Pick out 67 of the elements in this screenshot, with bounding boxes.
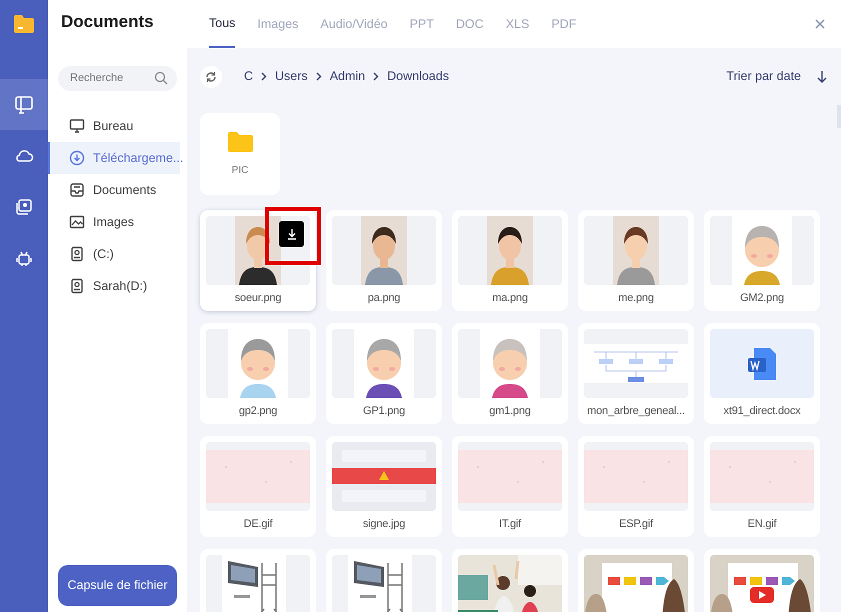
drive-icon [69,278,85,294]
file-tile[interactable]: DE.gif [200,436,316,537]
file-tile[interactable]: signe.jpg [326,436,442,537]
file-tile[interactable]: pa.png [326,210,442,311]
refresh-icon [205,70,217,82]
file-tile[interactable]: mon_arbre_geneal... [578,323,694,424]
sidebar-item[interactable]: (C:) [48,238,180,270]
file-name: ma.png [491,291,529,306]
file-tile[interactable]: IT.gif [452,436,568,537]
highlight-frame [265,207,321,265]
search-field[interactable]: Recherche [58,66,177,90]
monitor-icon [14,94,34,114]
file-name: GM2.png [739,291,785,306]
folder-name: PIC [232,164,248,178]
file-name: pa.png [366,291,402,306]
file-tile[interactable]: ma.png [452,210,568,311]
folder-tile[interactable]: PIC [200,113,280,195]
file-name: IT.gif [498,517,522,532]
breadcrumb-link[interactable]: C [244,67,254,86]
file-name: gm1.png [488,404,532,419]
file-name: gp2.png [238,404,278,419]
file-tile[interactable]: EN.gif [704,436,820,537]
folder-icon [226,130,254,152]
download-icon [69,150,85,166]
file-tile[interactable]: ESP.gif [578,436,694,537]
file-tile[interactable]: GM2.png [704,210,820,311]
close-icon [815,18,825,29]
sidebar-item[interactable]: Téléchargeme... [48,142,180,174]
file-tile[interactable]: gm1.png [452,323,568,424]
file-name: soeur.png [234,291,282,306]
file-name: ESP.gif [618,517,654,532]
file-name: me.png [617,291,655,306]
sidebar-item[interactable]: Images [48,206,180,238]
inbox-icon [69,182,85,198]
file-tile[interactable]: xt91_direct.docx [704,323,820,424]
desktop-icon [69,118,85,134]
download-button[interactable] [279,221,304,247]
file-tile[interactable]: me.png [578,210,694,311]
breadcrumb-link[interactable]: Users [275,67,308,86]
image-icon [69,214,85,230]
file-name: EN.gif [746,517,778,532]
chevron-icon [373,72,380,81]
chevron-icon [261,72,268,81]
download-icon [286,228,296,240]
file-name: GP1.png [362,404,406,419]
sidebar-item[interactable]: Documents [48,174,180,206]
file-tile[interactable]: gp2.png [200,323,316,424]
breadcrumb-link[interactable]: Downloads [387,67,449,86]
app-title: Documents [60,11,155,33]
sidebar-item[interactable]: Sarah(D:) [48,270,180,302]
breadcrumb-link[interactable]: Admin [330,67,366,86]
folder-logo-icon [13,14,35,34]
refresh-button[interactable] [200,66,222,88]
drive-icon [69,246,85,262]
chevron-icon [316,72,322,81]
file-name: xt91_direct.docx [722,404,802,419]
file-tile[interactable]: GP1.png [326,323,442,424]
sort-button[interactable]: Trier par date [726,67,801,86]
capsule-button[interactable]: Capsule de fichier [58,565,177,606]
photos-icon [14,196,34,216]
sort-arrow-icon [817,70,827,83]
file-name: mon_arbre_geneal... [586,404,686,419]
file-name: DE.gif [242,517,274,532]
file-name: signe.jpg [362,517,406,532]
search-icon [154,71,168,85]
word-document-icon [748,348,776,380]
sidebar-item[interactable]: Bureau [48,110,180,142]
